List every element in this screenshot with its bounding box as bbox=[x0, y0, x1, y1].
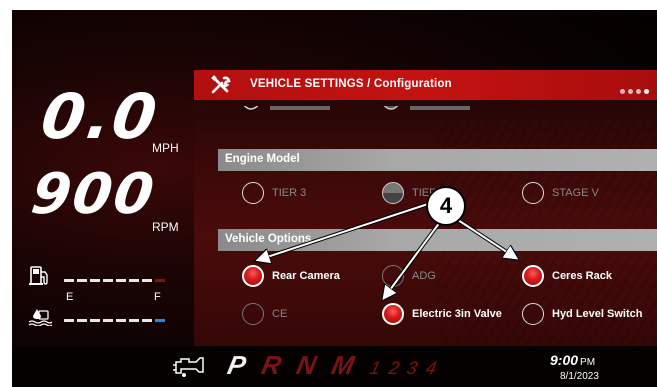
radio-button[interactable] bbox=[522, 182, 544, 204]
gear-num-2: 2 bbox=[386, 358, 402, 378]
gauge-segment bbox=[64, 279, 74, 282]
option-label: TIER 3 bbox=[272, 187, 307, 199]
checkbox-checked[interactable] bbox=[522, 265, 544, 287]
page-dot[interactable] bbox=[636, 89, 641, 94]
checkbox-unchecked[interactable] bbox=[382, 265, 404, 287]
fuel-level-bar bbox=[64, 279, 184, 282]
gauge-segment bbox=[116, 319, 126, 322]
radio-button[interactable] bbox=[242, 182, 264, 204]
page-indicator[interactable] bbox=[617, 81, 649, 99]
vehicle-options-label: Vehicle Options bbox=[225, 233, 312, 245]
checkbox-unchecked[interactable] bbox=[242, 303, 264, 325]
option-label: ADG bbox=[412, 270, 436, 282]
checkbox-checked[interactable] bbox=[242, 265, 264, 287]
clock-time: 9:00 bbox=[550, 352, 579, 368]
display-screen: 0.0 MPH 900 RPM E F VEHICLE SETTINGS / C… bbox=[12, 10, 657, 387]
gauge-segment bbox=[77, 279, 87, 282]
engine-model-section-header: Engine Model bbox=[218, 149, 657, 171]
engine-model-label: Engine Model bbox=[225, 153, 300, 165]
gear-selector: P R N M 1 2 3 4 bbox=[224, 350, 440, 381]
gauge-segment bbox=[103, 319, 113, 322]
def-full-label: F bbox=[154, 291, 161, 303]
gauge-segment bbox=[129, 279, 139, 282]
gear-num-1: 1 bbox=[368, 358, 383, 378]
callout-number: 4 bbox=[426, 186, 466, 226]
radio-button[interactable] bbox=[382, 182, 404, 204]
clock: 9:00 PM bbox=[550, 352, 595, 368]
gauge-segment bbox=[103, 279, 113, 282]
gauge-segment bbox=[90, 319, 100, 322]
date: 8/1/2023 bbox=[560, 371, 599, 382]
gear-p: P bbox=[224, 350, 249, 380]
vehicle-options-section-header: Vehicle Options bbox=[218, 229, 657, 251]
scrolled-row-remnant bbox=[238, 106, 538, 122]
option-label: STAGE V bbox=[552, 187, 599, 199]
checkbox-checked[interactable] bbox=[382, 303, 404, 325]
panel-header: VEHICLE SETTINGS / Configuration bbox=[194, 70, 657, 100]
gear-num-3: 3 bbox=[405, 358, 420, 378]
wrench-screwdriver-icon bbox=[211, 75, 231, 94]
rpm-value: 900 bbox=[27, 162, 160, 227]
gauge-segment bbox=[155, 319, 165, 322]
gear-n: N bbox=[293, 350, 320, 380]
gauge-segment bbox=[77, 319, 87, 322]
gear-num-4: 4 bbox=[423, 358, 439, 378]
gauge-segment bbox=[116, 279, 126, 282]
gauge-segment bbox=[64, 319, 74, 322]
page-dot[interactable] bbox=[628, 89, 633, 94]
gauge-segment bbox=[142, 319, 152, 322]
gauge-segment bbox=[142, 279, 152, 282]
rpm-unit: RPM bbox=[152, 220, 179, 234]
checkbox-unchecked[interactable] bbox=[522, 303, 544, 325]
option-label: Rear Camera bbox=[272, 270, 340, 282]
speed-unit: MPH bbox=[152, 141, 179, 155]
engine-warning-icon bbox=[173, 357, 204, 377]
gear-m: M bbox=[329, 350, 358, 380]
clock-ampm: PM bbox=[580, 357, 596, 368]
def-fluid-icon bbox=[28, 309, 52, 326]
option-label: Ceres Rack bbox=[552, 270, 612, 282]
fuel-pump-icon bbox=[29, 266, 48, 285]
status-bar: P R N M 1 2 3 4 9:00 PM 8/1/2023 bbox=[12, 346, 657, 387]
def-empty-label: E bbox=[66, 291, 74, 303]
page-dot[interactable] bbox=[620, 89, 625, 94]
gauge-segment bbox=[90, 279, 100, 282]
gauge-segment bbox=[129, 319, 139, 322]
panel-title: VEHICLE SETTINGS / Configuration bbox=[250, 78, 452, 90]
gauge-segment bbox=[155, 279, 165, 282]
def-level-bar bbox=[64, 319, 184, 322]
gear-r: R bbox=[258, 350, 284, 380]
page-dot-active[interactable] bbox=[644, 89, 649, 94]
speed-value: 0.0 bbox=[36, 80, 163, 153]
option-label: Hyd Level Switch bbox=[552, 308, 643, 320]
option-label: Electric 3in Valve bbox=[412, 308, 502, 320]
option-label: CE bbox=[272, 308, 288, 320]
